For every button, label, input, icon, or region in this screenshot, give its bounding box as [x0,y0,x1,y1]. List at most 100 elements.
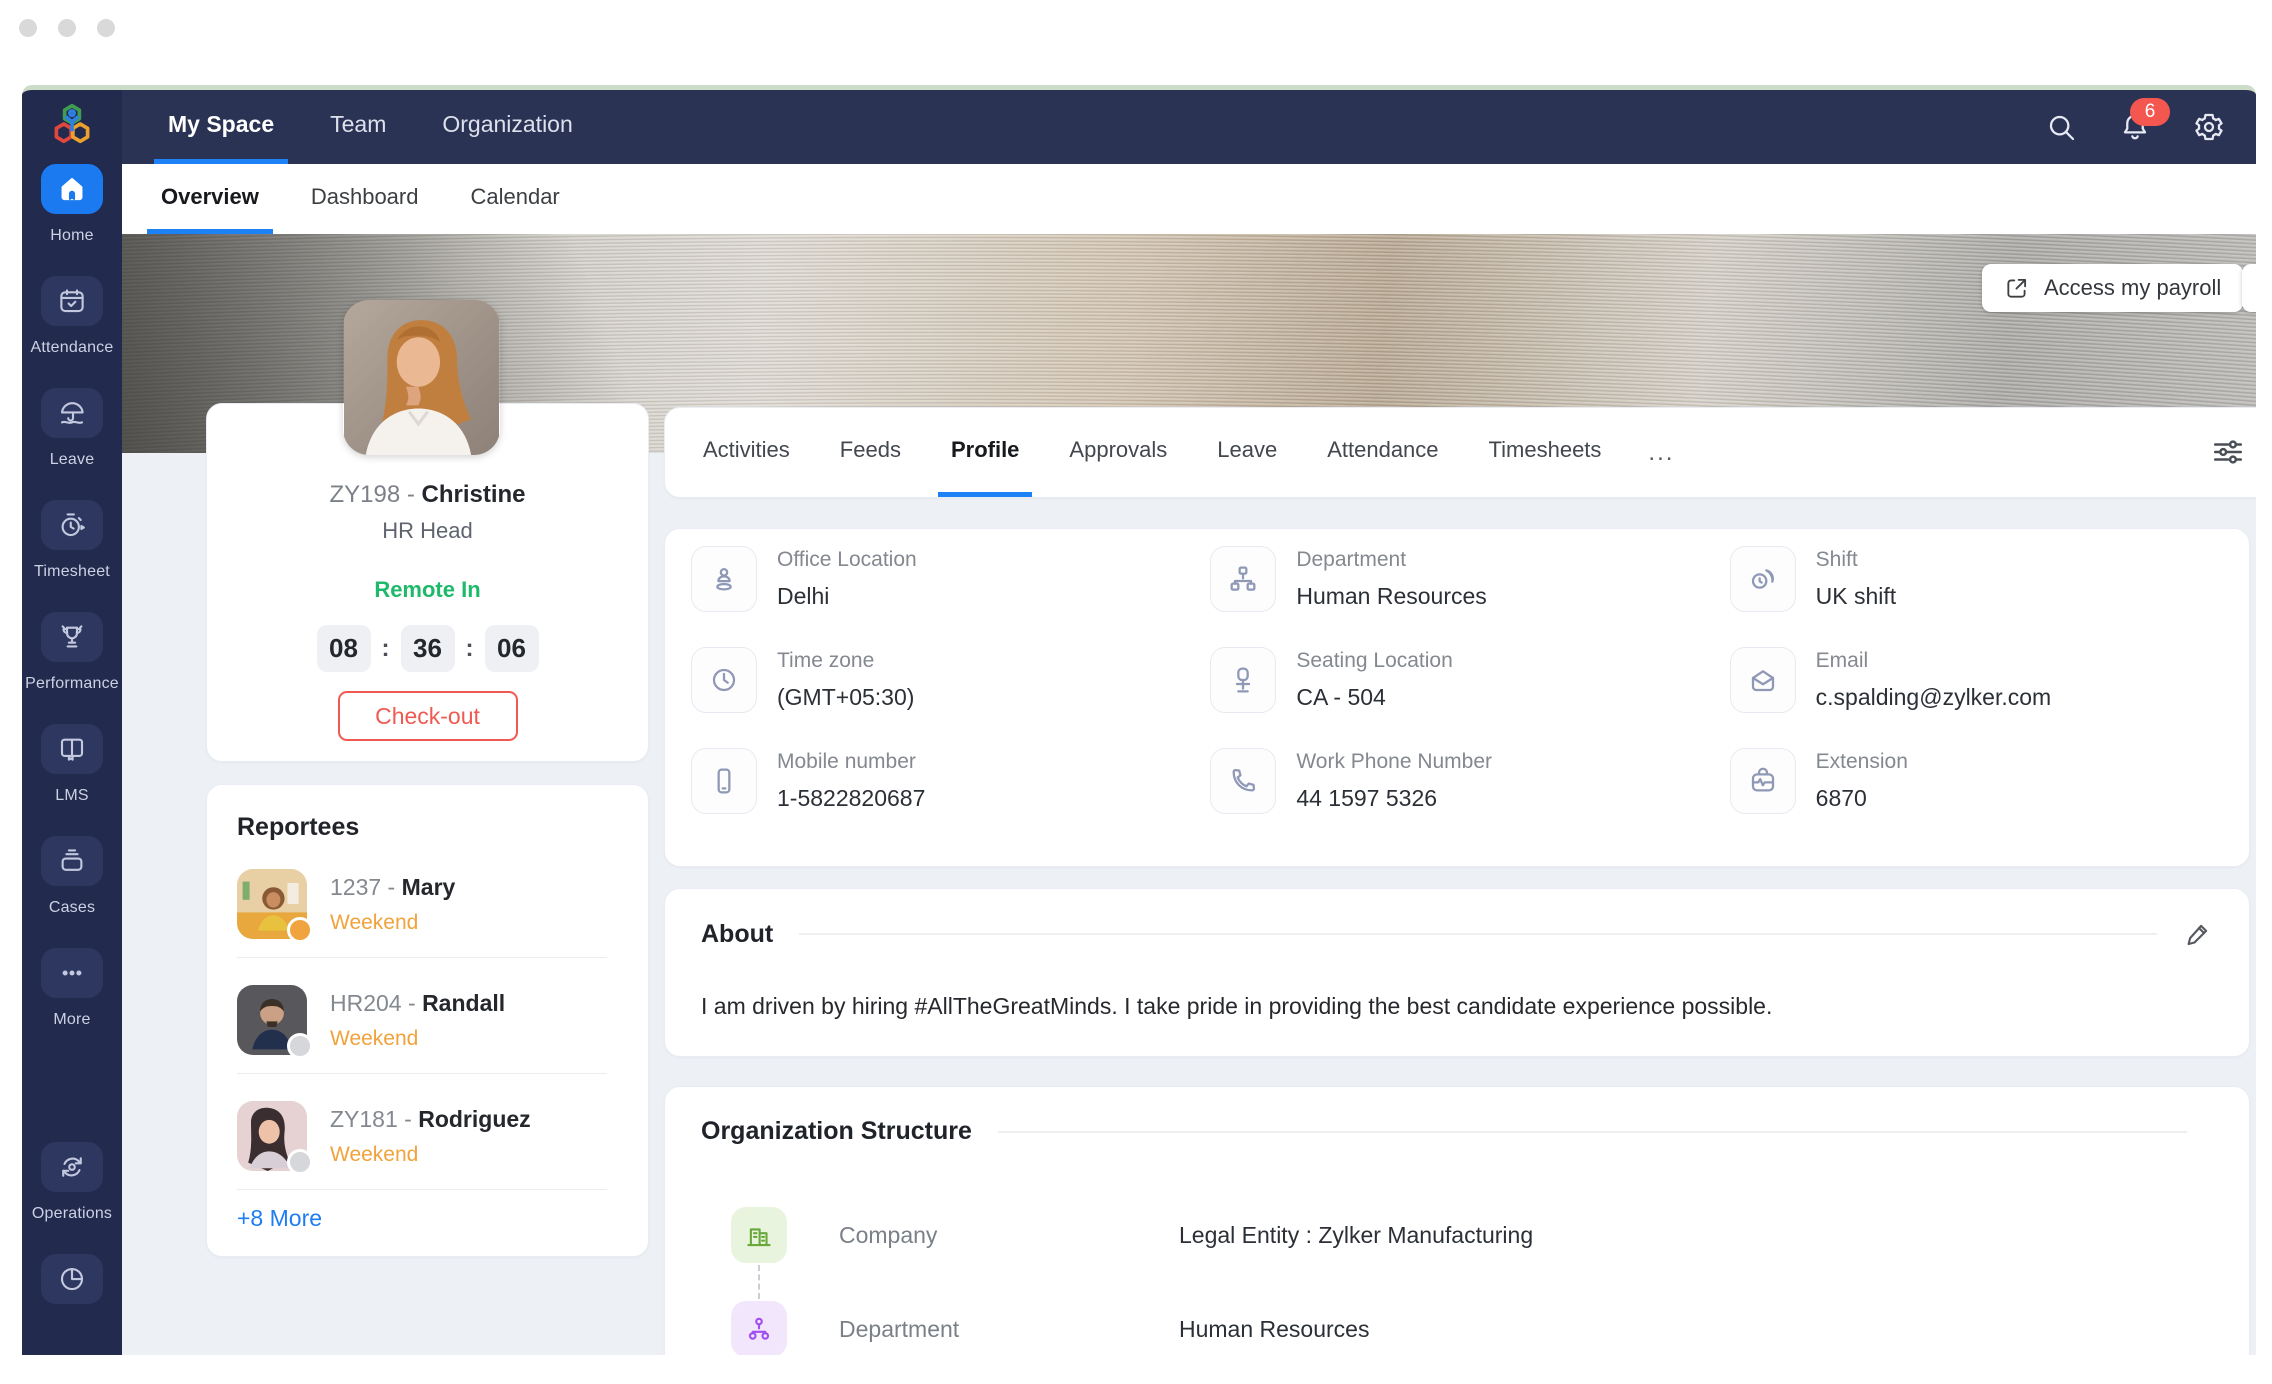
reportee-status: Weekend [330,1143,531,1167]
reportee-row[interactable]: 1237 - Mary Weekend [237,869,618,939]
reportee-row[interactable]: ZY181 - Rodriguez Weekend [237,1101,618,1171]
subtab-calendar[interactable]: Calendar [456,164,573,234]
attendance-calendar-icon [57,286,87,316]
leave-umbrella-icon [57,398,87,428]
window-close-button[interactable] [19,19,37,37]
access-payroll-button[interactable]: Access my payroll [1982,264,2243,312]
topnav-team[interactable]: Team [316,90,400,164]
reportees-title: Reportees [237,813,648,842]
organization-structure-card: Organization Structure Company Legal Ent… [664,1086,2250,1355]
search-button[interactable] [2044,110,2078,144]
subtab-dashboard[interactable]: Dashboard [297,164,433,234]
check-out-button[interactable]: Check-out [338,691,518,741]
employee-role: HR Head [207,518,648,544]
performance-trophy-icon [57,622,87,652]
work-timer: 08 : 36 : 06 [207,625,648,672]
checkin-status: Remote In [207,577,648,603]
org-chart-icon [1227,563,1259,595]
banner-secondary-button[interactable] [2242,264,2256,312]
info-field-office-location: Office LocationDelhi [691,546,1210,647]
seat-chair-icon [1227,664,1259,696]
divider [799,933,2157,935]
extension-device-icon [1747,765,1779,797]
info-field-extension: Extension6870 [1730,748,2249,849]
status-dot [287,917,313,943]
info-field-shift: ShiftUK shift [1730,546,2249,647]
reportee-id-name: HR204 - Randall [330,990,505,1017]
tab-leave[interactable]: Leave [1204,408,1290,497]
window-zoom-button[interactable] [97,19,115,37]
divider [237,1073,607,1074]
mobile-phone-icon [708,765,740,797]
timer-seconds: 06 [485,625,539,672]
reportee-id-name: 1237 - Mary [330,874,455,901]
tab-timesheets[interactable]: Timesheets [1476,408,1615,497]
phone-handset-icon [1227,765,1259,797]
sidebar-item-performance[interactable]: Performance [25,612,119,693]
tabs-settings-button[interactable] [2210,434,2246,470]
location-pin-icon [708,563,740,595]
subtab-overview[interactable]: Overview [147,164,273,234]
tab-profile[interactable]: Profile [938,408,1032,497]
info-field-department: DepartmentHuman Resources [1210,546,1729,647]
sub-navbar: Overview Dashboard Calendar [122,164,2256,234]
notification-badge: 6 [2130,98,2170,126]
reportee-avatar [237,869,307,939]
clock-icon [708,664,740,696]
tab-feeds[interactable]: Feeds [827,408,914,497]
settings-button[interactable] [2192,110,2226,144]
window-minimize-button[interactable] [58,19,76,37]
about-text: I am driven by hiring #AllTheGreatMinds.… [701,993,2213,1020]
reportees-more-link[interactable]: +8 More [237,1205,322,1232]
org-row-company: Company Legal Entity : Zylker Manufactur… [731,1207,1533,1263]
status-dot [287,1149,313,1175]
employee-info-card: Office LocationDelhi DepartmentHuman Res… [664,528,2250,867]
reportee-row[interactable]: HR204 - Randall Weekend [237,985,618,1055]
sidebar-item-home[interactable]: Home [41,164,103,245]
gear-icon [2193,111,2225,143]
sidebar-item-operations[interactable]: Operations [32,1142,112,1223]
info-field-seating-location: Seating LocationCA - 504 [1210,647,1729,748]
tab-attendance[interactable]: Attendance [1314,408,1451,497]
top-navbar: My Space Team Organization 6 [122,90,2256,164]
zoho-people-logo[interactable] [22,90,122,164]
window-controls[interactable] [19,19,115,37]
org-connector-line [758,1265,760,1299]
employee-portrait [343,300,500,455]
reportees-card: Reportees 1237 - Mary Weekend [206,784,649,1257]
cases-box-icon [57,846,87,876]
external-link-icon [2004,275,2030,301]
topnav-organization[interactable]: Organization [428,90,586,164]
employee-id-name: ZY198 - Christine [207,481,648,509]
lms-book-icon [57,734,87,764]
org-row-department: Department Human Resources [731,1301,1369,1355]
profile-tabs-bar: Activities Feeds Profile Approvals Leave… [664,407,2256,498]
employee-photo[interactable] [343,300,500,455]
sidebar-item-attendance[interactable]: Attendance [31,276,114,357]
tabs-overflow-button[interactable]: ... [1638,408,1684,497]
notifications-button[interactable]: 6 [2118,110,2152,144]
sliders-icon [2210,434,2246,470]
tab-approvals[interactable]: Approvals [1056,408,1180,497]
edit-pencil-icon[interactable] [2183,919,2213,949]
sidebar-item-timesheet[interactable]: Timesheet [34,500,110,581]
info-field-work-phone: Work Phone Number44 1597 5326 [1210,748,1729,849]
department-network-icon [744,1314,774,1344]
search-icon [2045,111,2077,143]
timesheet-stopwatch-icon [57,510,87,540]
sidebar-item-cases[interactable]: Cases [41,836,103,917]
sidebar-item-lms[interactable]: LMS [41,724,103,805]
reportee-avatar [237,1101,307,1171]
sidebar-item-reports[interactable] [41,1254,103,1317]
about-title: About [701,920,773,949]
sidebar-item-leave[interactable]: Leave [41,388,103,469]
timer-minutes: 36 [401,625,455,672]
org-structure-title: Organization Structure [701,1117,972,1146]
tab-activities[interactable]: Activities [690,408,803,497]
sidebar-item-more[interactable]: More [41,948,103,1029]
info-field-email: Emailc.spalding@zylker.com [1730,647,2249,748]
divider [237,957,607,958]
topnav-my-space[interactable]: My Space [154,90,288,164]
shift-gauge-icon [1747,563,1779,595]
employee-profile-card: ZY198 - Christine HR Head Remote In 08 :… [206,403,649,762]
